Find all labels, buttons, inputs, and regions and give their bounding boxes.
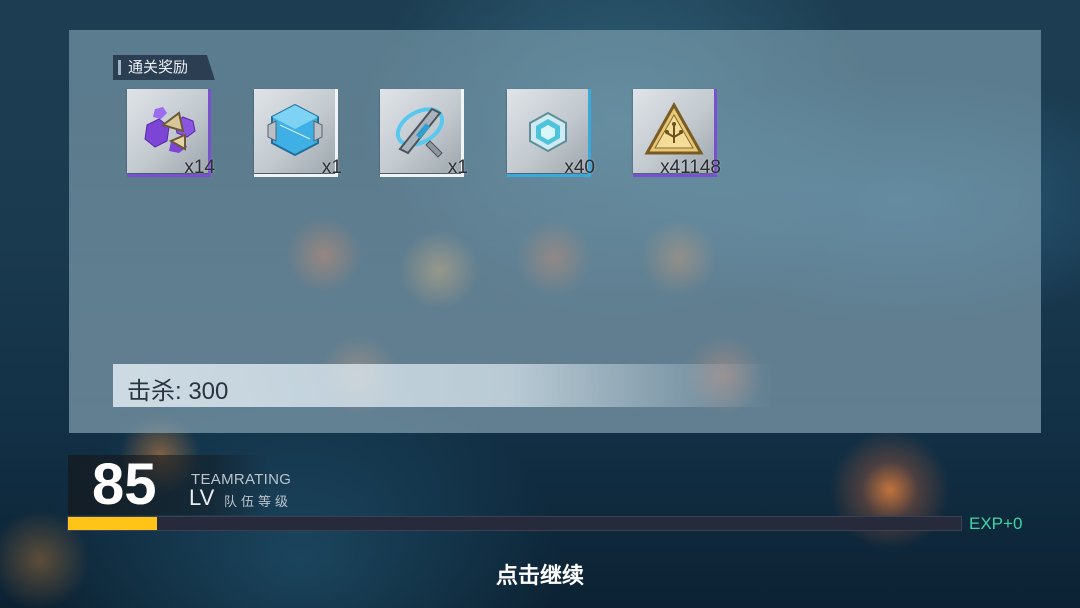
rewards-title: 通关奖励 bbox=[128, 59, 189, 76]
team-level-label: 队伍等级 bbox=[224, 494, 293, 509]
reward-item[interactable]: x41148 bbox=[633, 89, 721, 178]
tap-to-continue[interactable]: 点击继续 bbox=[0, 558, 1080, 590]
blue-cube-module-icon bbox=[267, 103, 323, 157]
reward-quantity: x1 bbox=[447, 157, 468, 178]
exp-progress-bar bbox=[67, 516, 962, 531]
reward-item[interactable]: x14 bbox=[127, 89, 215, 178]
reward-quantity: x40 bbox=[564, 157, 595, 178]
reward-item[interactable]: x1 bbox=[380, 89, 468, 178]
reward-item[interactable]: x40 bbox=[507, 89, 595, 178]
reward-quantity: x41148 bbox=[660, 157, 721, 178]
blade-component-icon bbox=[395, 107, 445, 158]
exp-progress-fill bbox=[68, 517, 158, 530]
reward-item[interactable]: x1 bbox=[254, 89, 342, 178]
tag-accent-bar bbox=[118, 60, 121, 75]
rewards-section-tag: 通关奖励 bbox=[113, 55, 215, 80]
exp-gain-label: EXP+0 bbox=[969, 514, 1023, 533]
kills-banner: 击杀: 300 bbox=[113, 364, 773, 407]
lv-label: LV bbox=[189, 485, 215, 510]
team-level-number: 85 bbox=[92, 452, 157, 517]
reward-quantity: x14 bbox=[184, 157, 215, 178]
reward-quantity: x1 bbox=[321, 157, 342, 178]
kills-count: 击杀: 300 bbox=[127, 378, 229, 405]
